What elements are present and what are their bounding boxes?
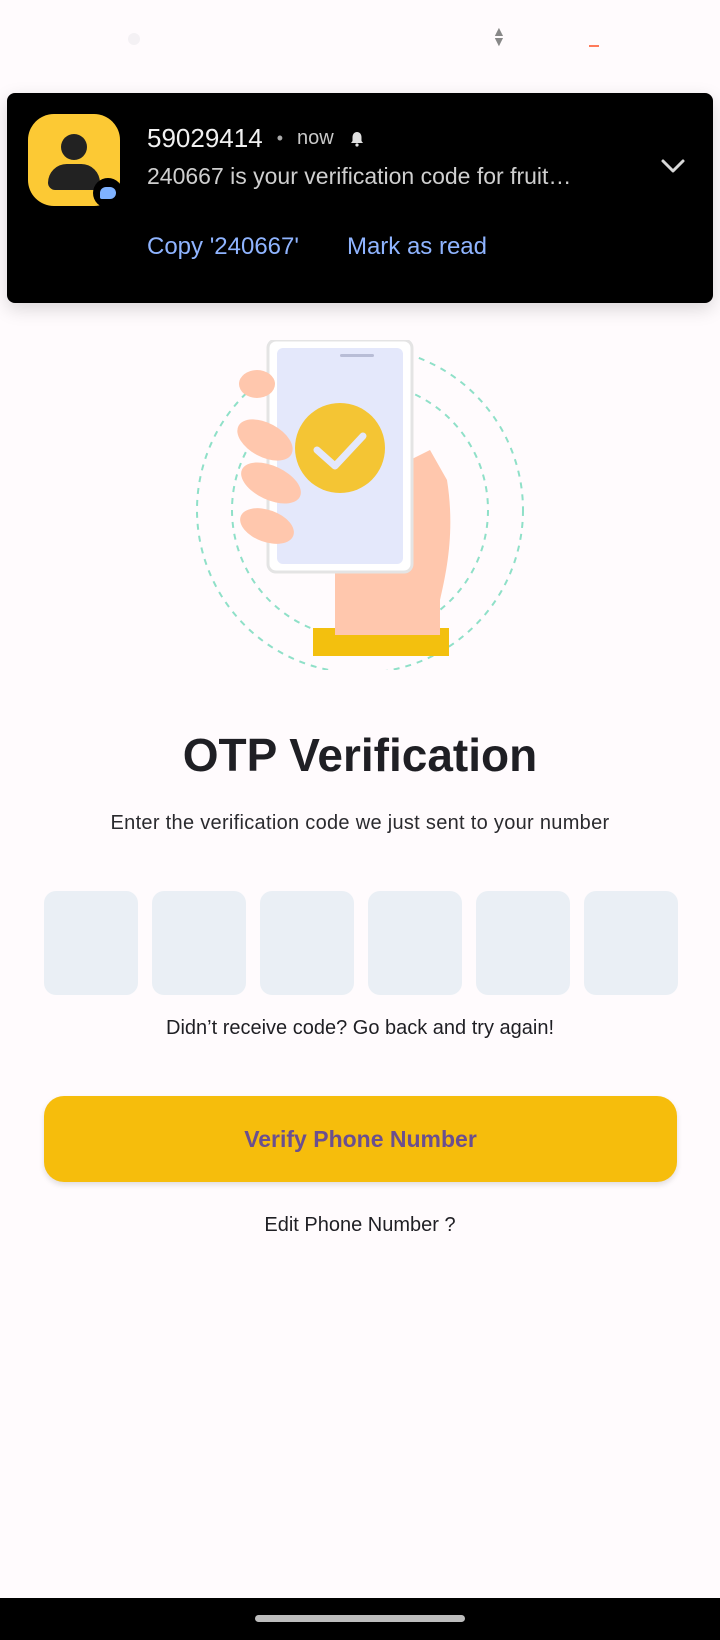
verify-phone-button[interactable]: Verify Phone Number [44, 1096, 677, 1182]
otp-digit-3[interactable] [260, 891, 354, 995]
notification-sender: 59029414 [147, 123, 263, 153]
otp-digit-4[interactable] [368, 891, 462, 995]
mark-as-read-button[interactable]: Mark as read [347, 233, 487, 261]
message-icon [93, 178, 123, 208]
data-arrows-icon: ▲ ▼ [492, 23, 506, 49]
copy-code-button[interactable]: Copy '240667' [147, 233, 299, 261]
otp-input-group [44, 891, 678, 995]
phone-check-icon [196, 340, 524, 670]
page-title: OTP Verification [182, 729, 538, 781]
sms-notification[interactable]: 59029414 • now 240667 is your verificati… [7, 93, 713, 303]
page-subtitle: Enter the verification code we just sent… [110, 812, 610, 834]
otp-digit-5[interactable] [476, 891, 570, 995]
notification-actions: Copy '240667' Mark as read [147, 233, 487, 261]
otp-digit-6[interactable] [584, 891, 678, 995]
notification-header: 59029414 • now [147, 123, 366, 154]
otp-digit-2[interactable] [152, 891, 246, 995]
status-dot-icon [128, 33, 140, 45]
battery-indicator-icon [589, 45, 599, 47]
notification-separator: • [276, 128, 283, 148]
edit-phone-link[interactable]: Edit Phone Number ? [0, 1214, 720, 1237]
status-bar: ▲ ▼ [0, 0, 720, 80]
notification-message: 240667 is your verification code for fru… [147, 163, 572, 189]
bell-icon [350, 131, 363, 147]
navigation-bar [0, 1598, 720, 1640]
chevron-down-icon[interactable] [655, 151, 691, 181]
otp-digit-1[interactable] [44, 891, 138, 995]
home-gesture-handle[interactable] [255, 1615, 465, 1622]
resend-hint: Didn’t receive code? Go back and try aga… [166, 1017, 554, 1039]
notification-time: now [297, 127, 334, 149]
